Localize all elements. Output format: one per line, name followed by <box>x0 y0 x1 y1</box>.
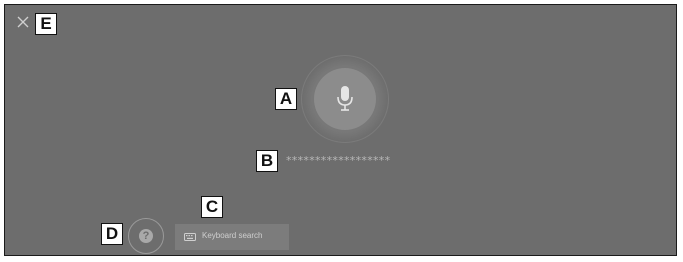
voice-recognition-screen: E A B ****************** C D ? Keyboard … <box>4 4 677 256</box>
microphone-icon <box>337 86 353 111</box>
callout-label-b: B <box>256 150 278 172</box>
recognized-text: ****************** <box>286 154 391 167</box>
callout-label-d: D <box>101 223 123 245</box>
microphone-button[interactable] <box>314 68 376 130</box>
keyboard-search-button[interactable]: Keyboard search <box>175 224 289 250</box>
question-mark-icon: ? <box>139 229 153 243</box>
close-icon <box>17 16 29 28</box>
keyboard-search-label: Keyboard search <box>202 231 263 240</box>
keyboard-icon <box>184 233 196 241</box>
callout-label-c: C <box>201 196 223 218</box>
callout-label-a: A <box>275 88 297 110</box>
help-button[interactable]: ? <box>128 218 164 254</box>
callout-label-e: E <box>35 13 57 35</box>
close-button[interactable] <box>15 14 31 30</box>
